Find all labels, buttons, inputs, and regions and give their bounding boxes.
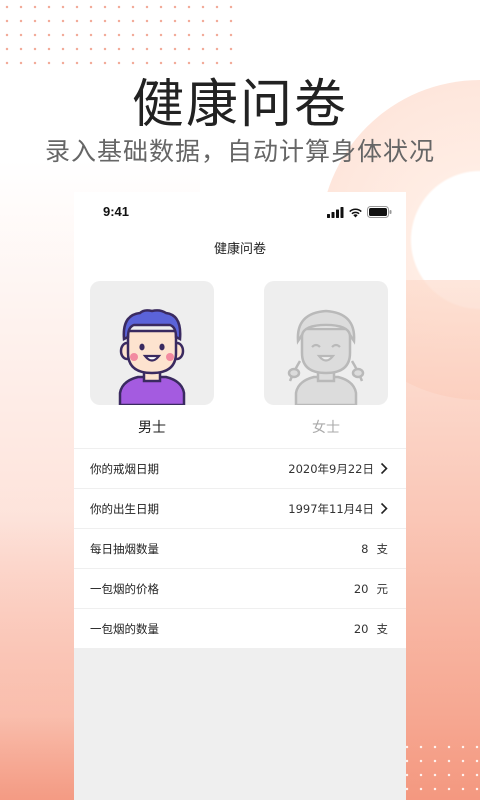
- battery-icon: [367, 206, 392, 218]
- status-bar: 9:41: [74, 192, 406, 230]
- birth-date-value: 1997年11月4日: [288, 501, 374, 516]
- promo-subheadline: 录入基础数据，自动计算身体状况: [44, 137, 435, 166]
- dot-pattern-top-left: [0, 0, 240, 70]
- pack-price-row[interactable]: 一包烟的价格 20 元: [74, 568, 406, 608]
- birth-date-row[interactable]: 你的出生日期 1997年11月4日: [74, 488, 406, 528]
- pack-count-unit: 支: [376, 621, 389, 636]
- daily-cigarettes-unit: 支: [376, 541, 389, 556]
- phone-content: 9:41 健康问卷 男士 女士 你的戒烟日期 2020年9月22日 你的出生日期…: [74, 192, 406, 648]
- phone-screen: 9:41 健康问卷 男士 女士 你的戒烟日期 2020年9月22日 你的出生日期…: [74, 192, 406, 800]
- pack-count-label: 一包烟的数量: [90, 621, 159, 636]
- signal-icon: [327, 206, 344, 218]
- pack-count-value: 20: [353, 621, 369, 636]
- page-title: 健康问卷: [213, 242, 266, 257]
- daily-cigarettes-row[interactable]: 每日抽烟数量 8 支: [74, 528, 406, 568]
- wifi-icon: [348, 207, 363, 218]
- pack-price-unit: 元: [376, 581, 389, 596]
- dot-pattern-bottom-right: [400, 740, 480, 800]
- quit-date-value: 2020年9月22日: [288, 461, 374, 476]
- status-time: 9:41: [103, 204, 130, 219]
- status-icons: [327, 206, 392, 218]
- quit-date-label: 你的戒烟日期: [90, 461, 159, 476]
- male-avatar-icon: [118, 309, 186, 405]
- chevron-right-icon: [380, 502, 388, 515]
- male-label[interactable]: 男士: [90, 417, 214, 437]
- female-label[interactable]: 女士: [264, 417, 388, 437]
- quit-date-row[interactable]: 你的戒烟日期 2020年9月22日: [74, 448, 406, 488]
- pack-count-row[interactable]: 一包烟的数量 20 支: [74, 608, 406, 648]
- promo-headline: 健康问卷: [131, 75, 348, 135]
- female-avatar-card[interactable]: [264, 281, 388, 405]
- female-avatar-icon: [287, 309, 365, 405]
- birth-date-label: 你的出生日期: [90, 501, 159, 516]
- pack-price-value: 20: [353, 581, 369, 596]
- daily-cigarettes-label: 每日抽烟数量: [90, 541, 159, 556]
- chevron-right-icon: [380, 462, 388, 475]
- gender-selector: 男士 女士: [74, 270, 406, 448]
- pack-price-label: 一包烟的价格: [90, 581, 159, 596]
- background-gradient-right: [400, 280, 480, 800]
- male-avatar-card[interactable]: [90, 281, 214, 405]
- daily-cigarettes-value: 8: [361, 541, 369, 556]
- form-list: 你的戒烟日期 2020年9月22日 你的出生日期 1997年11月4日 每日抽烟…: [74, 448, 406, 648]
